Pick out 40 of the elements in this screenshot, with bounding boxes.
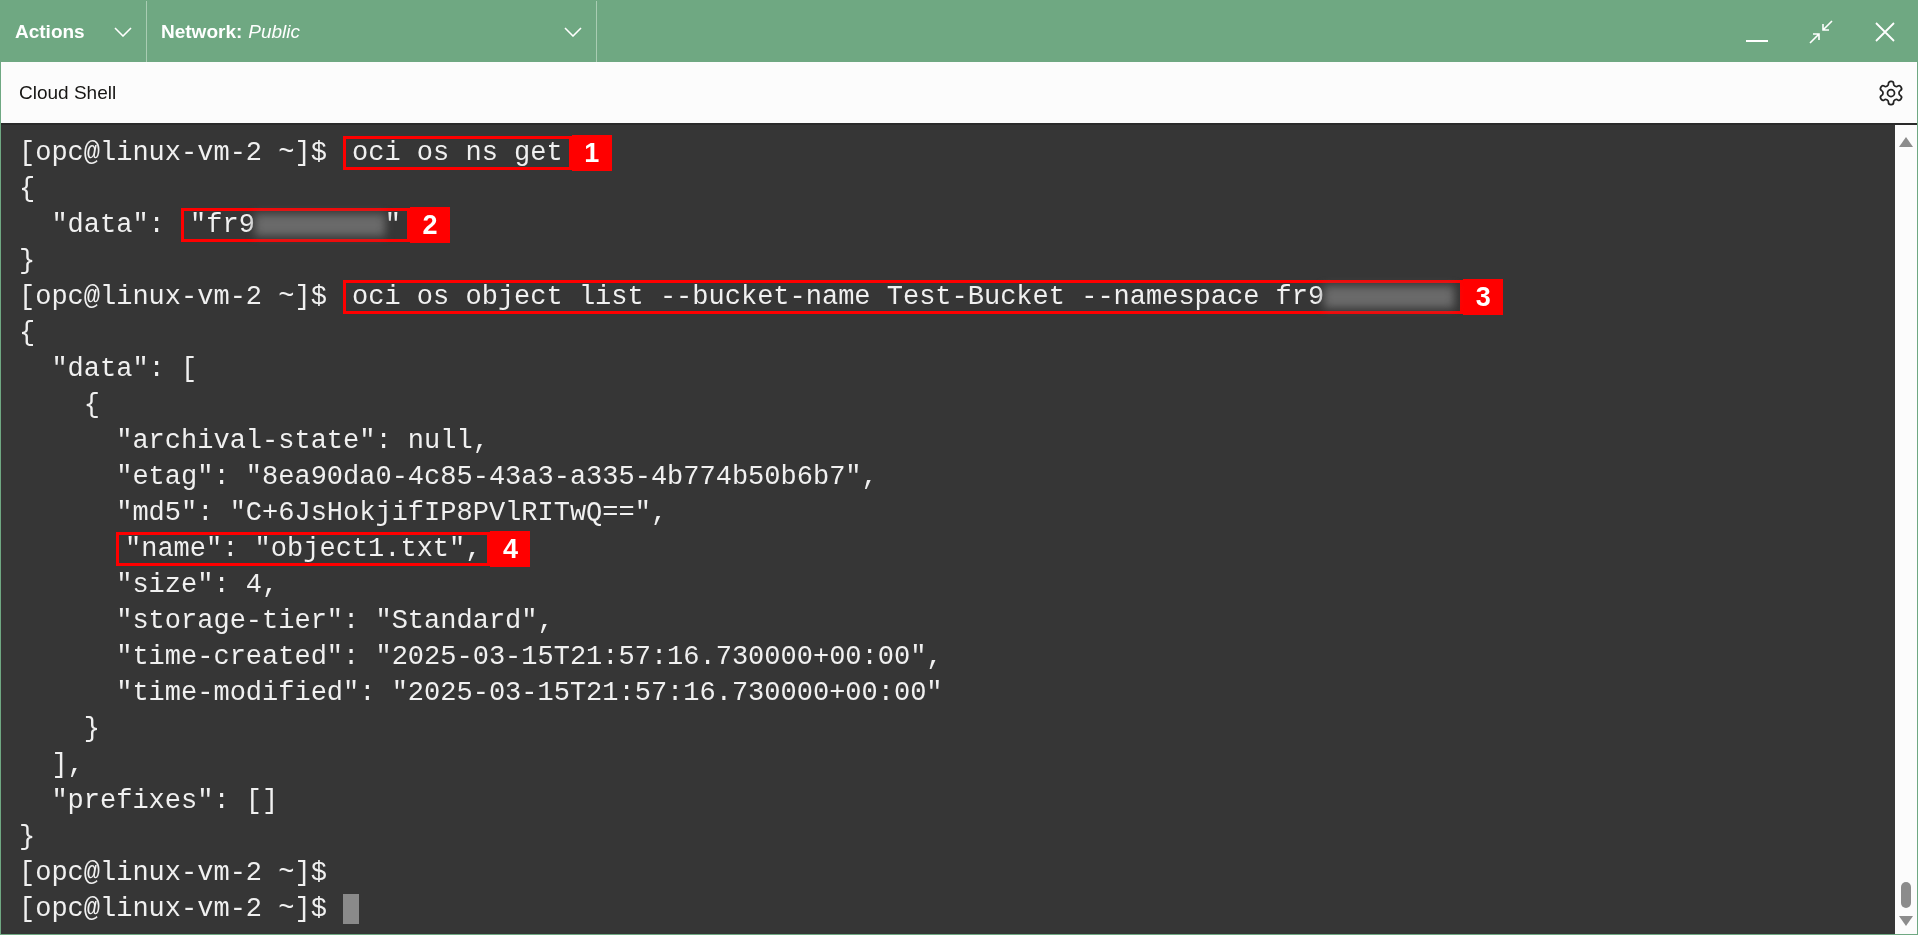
terminal-line: {	[82, 390, 100, 420]
terminal-line: "size": 4,	[115, 570, 279, 600]
chevron-down-icon	[564, 26, 582, 37]
terminal-line: "md5": "C+6JsHokjifIP8PVlRITwQ==",	[115, 498, 668, 528]
terminal-line: {	[19, 174, 36, 204]
callout-number: 2	[410, 207, 451, 243]
minimize-icon	[1746, 39, 1768, 42]
highlight-box: oci os object list --bucket-name Test-Bucket --namespace fr9	[343, 280, 1464, 314]
terminal-line: [opc@linux-vm-2 ~]$	[19, 858, 327, 888]
chevron-down-icon	[114, 26, 132, 37]
scrollbar[interactable]	[1895, 125, 1917, 934]
highlight-box: oci os ns get	[343, 136, 572, 170]
scroll-up-icon[interactable]	[1899, 137, 1913, 147]
terminal-line: "data":	[50, 210, 166, 240]
scrollbar-thumb[interactable]	[1901, 882, 1911, 908]
settings-icon[interactable]	[1877, 78, 1905, 107]
close-icon	[1875, 21, 1895, 42]
panel-title: Cloud Shell	[19, 81, 117, 104]
terminal-line: "etag": "8ea90da0-4c85-43a3-a335-4b774b50b6b7",	[115, 462, 878, 492]
terminal-line: [opc@linux-vm-2 ~]$	[19, 138, 328, 168]
callout-number: 1	[571, 135, 612, 171]
callout-number: 3	[1463, 279, 1504, 315]
terminal-line: "archival-state": null,	[115, 426, 489, 456]
callout-number: 4	[490, 531, 531, 567]
terminal-line: "time-modified": "2025-03-15T21:57:16.730000+00:00"	[115, 678, 943, 708]
highlight-box: "name": "object1.txt",	[116, 532, 491, 566]
collapse-arrows-icon	[1808, 18, 1834, 45]
highlight-box: "fr9 "	[181, 208, 411, 242]
scroll-down-icon[interactable]	[1899, 916, 1913, 926]
terminal-line: [opc@linux-vm-2 ~]$	[19, 894, 328, 924]
terminal-line: {	[19, 318, 36, 348]
terminal-line: "storage-tier": "Standard",	[115, 606, 554, 636]
terminal-line: "time-created": "2025-03-15T21:57:16.730000+00:00",	[115, 642, 943, 672]
terminal-line: }	[19, 246, 36, 276]
terminal-line: "prefixes": []	[50, 786, 279, 816]
terminal-line: }	[82, 714, 100, 744]
terminal-line: "data": [	[50, 354, 198, 384]
terminal-line: }	[19, 822, 36, 852]
terminal-line: ],	[50, 750, 84, 780]
terminal-line: [opc@linux-vm-2 ~]$	[19, 282, 328, 312]
